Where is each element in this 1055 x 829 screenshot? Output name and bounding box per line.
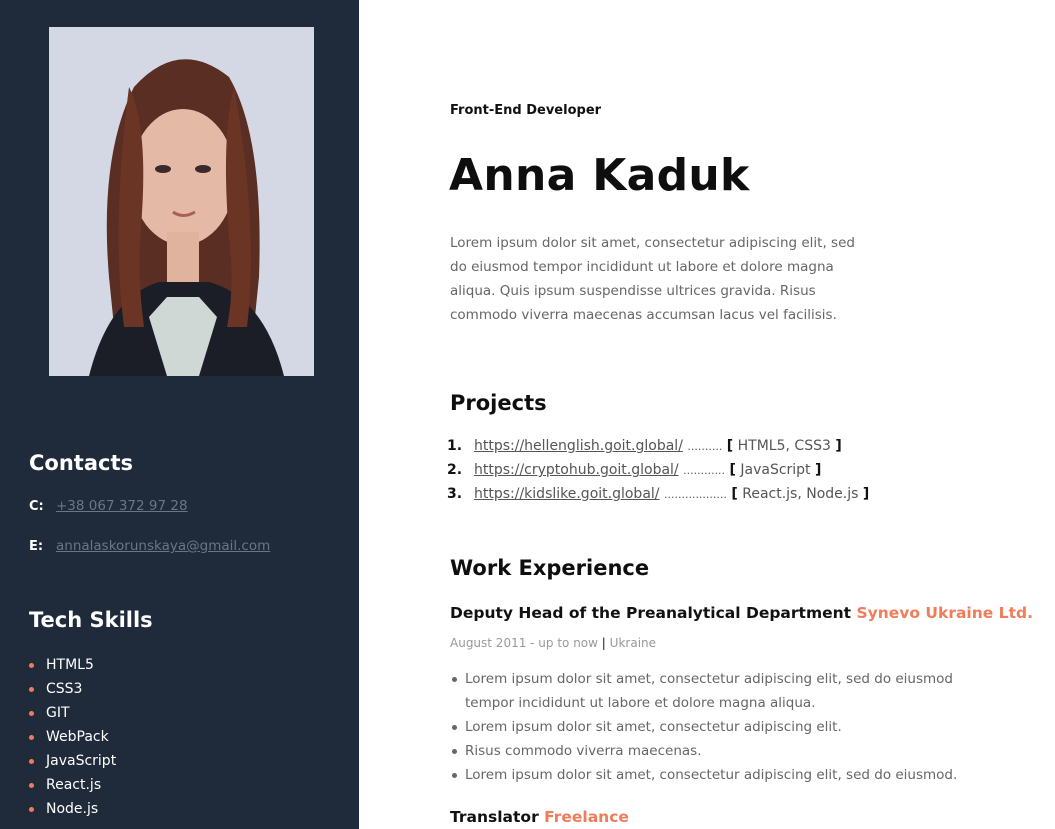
phone-link[interactable]: +38 067 372 97 28: [56, 498, 188, 514]
about-text: Lorem ipsum dolor sit amet, consectetur …: [450, 235, 855, 323]
person-name: Anna Kaduk: [449, 150, 750, 201]
project-tech: HTML5, CSS3: [733, 438, 836, 454]
sidebar: Contacts C: +38 067 372 97 28 E: annalas…: [0, 0, 359, 829]
project-dots: ..........: [687, 440, 723, 453]
bullet-icon: [29, 734, 34, 740]
bracket-close: ]: [835, 438, 842, 454]
duty-item: Lorem ipsum dolor sit amet, consectetur …: [450, 763, 990, 787]
tech-skills-heading: Tech Skills: [29, 608, 153, 632]
project-tech: JavaScript: [735, 462, 815, 478]
project-link[interactable]: https://hellenglish.goit.global/: [474, 438, 683, 454]
bullet-icon: [29, 686, 34, 692]
email-key: E:: [29, 538, 44, 554]
bullet-icon: [29, 662, 34, 668]
duty-text: Lorem ipsum dolor sit amet, consectetur …: [465, 671, 954, 711]
job-title: Translator Freelance: [450, 808, 629, 826]
work-experience-heading: Work Experience: [450, 556, 650, 580]
profile-photo: [49, 27, 314, 376]
duty-text: Risus commodo viverra maecenas.: [465, 743, 702, 759]
project-link[interactable]: https://cryptohub.goit.global/: [474, 462, 679, 478]
bracket-close: ]: [815, 462, 822, 478]
skill-item: GIT: [29, 701, 116, 725]
projects-list: 1. https://hellenglish.goit.global/ .....…: [447, 434, 869, 506]
skill-item: Node.js: [29, 797, 116, 821]
skill-item: CSS3: [29, 677, 116, 701]
skill-item: React.js: [29, 773, 116, 797]
project-tech: React.js, Node.js: [737, 486, 863, 502]
skill-label: GIT: [46, 705, 70, 721]
duty-item: Lorem ipsum dolor sit amet, consectetur …: [450, 715, 990, 739]
skill-label: React.js: [46, 777, 102, 793]
duty-item: Lorem ipsum dolor sit amet, consectetur …: [450, 667, 990, 715]
job-meta: August 2011 - up to now | Ukraine: [450, 636, 656, 650]
project-item: 3. https://kidslike.goit.global/ ........…: [447, 482, 869, 506]
bullet-icon: [29, 710, 34, 716]
skill-label: JavaScript: [46, 753, 117, 769]
job-company: Synevo Ukraine Ltd.: [856, 604, 1033, 622]
bullet-icon: [29, 758, 34, 764]
bullet-icon: [452, 677, 457, 682]
job-position: Deputy Head of the Preanalytical Departm…: [450, 604, 852, 622]
projects-heading: Projects: [450, 391, 547, 415]
project-number: 2.: [447, 462, 463, 478]
duty-text: Lorem ipsum dolor sit amet, consectetur …: [465, 767, 958, 783]
skill-label: CSS3: [46, 681, 83, 697]
tech-skills-list: HTML5 CSS3 GIT WebPack JavaScript React.…: [29, 653, 116, 821]
duty-item: Risus commodo viverra maecenas.: [450, 739, 990, 763]
skill-label: WebPack: [46, 729, 109, 745]
project-item: 2. https://cryptohub.goit.global/ .......…: [447, 458, 869, 482]
job-period: August 2011 - up to now: [450, 636, 598, 650]
job-location: Ukraine: [609, 636, 657, 650]
skill-item: JavaScript: [29, 749, 116, 773]
project-dots: ..................: [663, 488, 727, 501]
resume-page: Contacts C: +38 067 372 97 28 E: annalas…: [0, 0, 1055, 829]
duty-text: Lorem ipsum dolor sit amet, consectetur …: [465, 719, 842, 735]
skill-label: HTML5: [46, 657, 94, 673]
project-number: 1.: [447, 438, 463, 454]
email-link[interactable]: annalaskorunskaya@gmail.com: [56, 538, 270, 554]
bracket-close: ]: [862, 486, 870, 502]
bullet-icon: [452, 725, 457, 730]
bullet-icon: [29, 782, 34, 788]
contact-phone: C: +38 067 372 97 28: [29, 498, 188, 514]
contact-email: E: annalaskorunskaya@gmail.com: [29, 538, 270, 554]
project-dots: ............: [683, 464, 726, 477]
skill-item: HTML5: [29, 653, 116, 677]
meta-separator: |: [601, 636, 606, 650]
bullet-icon: [29, 806, 34, 812]
phone-key: C:: [29, 498, 44, 514]
skill-item: WebPack: [29, 725, 116, 749]
main-content: Front-End Developer Anna Kaduk Lorem ips…: [359, 0, 1055, 829]
project-item: 1. https://hellenglish.goit.global/ .....…: [447, 434, 869, 458]
project-number: 3.: [447, 486, 463, 502]
job-company: Freelance: [544, 808, 629, 826]
skill-label: Node.js: [46, 801, 99, 817]
project-link[interactable]: https://kidslike.goit.global/: [474, 486, 660, 502]
job-title: Deputy Head of the Preanalytical Departm…: [450, 604, 1033, 622]
job-position: Translator: [450, 808, 539, 826]
job-role: Front-End Developer: [450, 103, 602, 118]
contacts-heading: Contacts: [29, 451, 133, 475]
bullet-icon: [452, 773, 457, 778]
job-duties-list: Lorem ipsum dolor sit amet, consectetur …: [450, 667, 990, 787]
bullet-icon: [452, 749, 457, 754]
